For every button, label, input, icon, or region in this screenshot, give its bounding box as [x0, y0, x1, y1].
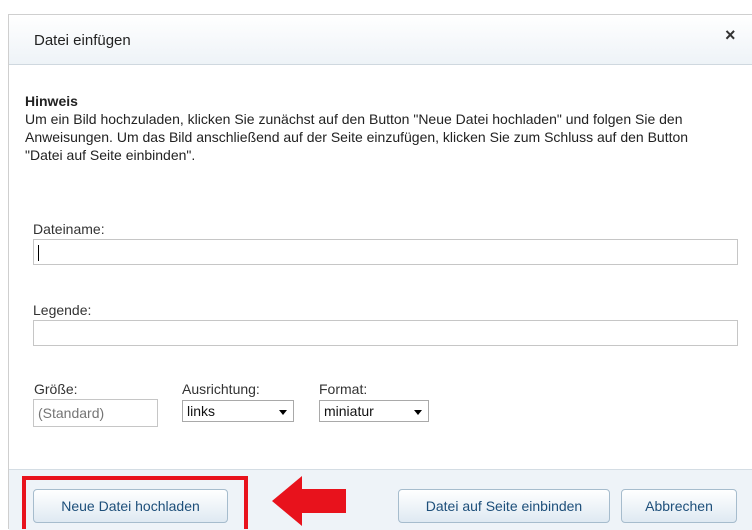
size-label: Größe:: [34, 381, 78, 397]
chevron-down-icon: [414, 410, 422, 415]
dialog-title: Datei einfügen: [34, 32, 131, 49]
caption-input[interactable]: [33, 320, 738, 346]
format-select[interactable]: miniatur: [319, 400, 429, 422]
chevron-down-icon: [279, 410, 287, 415]
size-input[interactable]: [33, 399, 158, 427]
alignment-label: Ausrichtung:: [182, 381, 260, 397]
close-icon[interactable]: ×: [725, 25, 736, 46]
hint-section: Hinweis Um ein Bild hochzuladen, klicken…: [25, 92, 725, 164]
cancel-button[interactable]: Abbrechen: [621, 489, 737, 523]
text-cursor: [38, 245, 39, 261]
hint-text: Um ein Bild hochzuladen, klicken Sie zun…: [25, 111, 689, 163]
caption-label: Legende:: [33, 302, 92, 318]
dialog-titlebar: Datei einfügen ×: [9, 15, 752, 65]
hint-title: Hinweis: [25, 93, 78, 109]
upload-new-file-button[interactable]: Neue Datei hochladen: [33, 489, 228, 523]
filename-input[interactable]: [33, 239, 738, 265]
filename-label: Dateiname:: [33, 221, 105, 237]
alignment-select[interactable]: links: [182, 400, 294, 422]
alignment-value: links: [187, 403, 216, 419]
red-arrow-icon: [272, 476, 346, 526]
format-label: Format:: [319, 381, 368, 397]
format-value: miniatur: [324, 403, 374, 419]
embed-file-button[interactable]: Datei auf Seite einbinden: [398, 489, 610, 523]
